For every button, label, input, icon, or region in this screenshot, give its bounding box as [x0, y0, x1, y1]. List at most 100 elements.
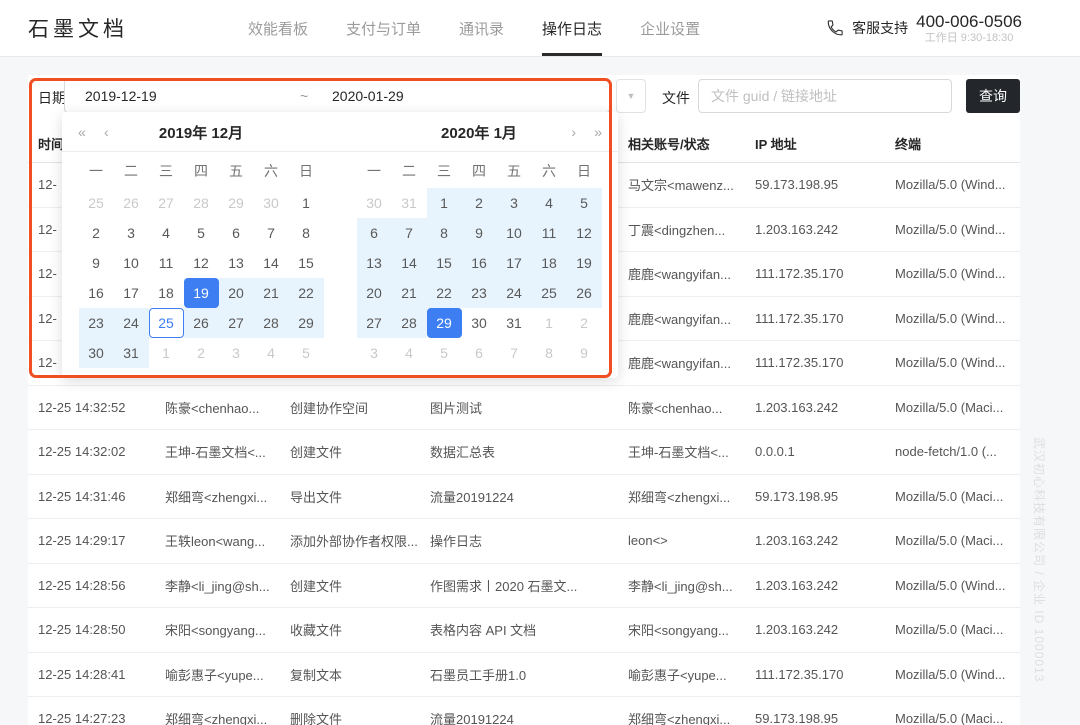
calendar-day[interactable]: 28 — [184, 188, 219, 218]
tab-通讯录[interactable]: 通讯录 — [459, 0, 504, 56]
calendar-day[interactable]: 3 — [497, 188, 532, 218]
calendar-day[interactable]: 27 — [149, 188, 184, 218]
calendar-day[interactable]: 2 — [79, 218, 114, 248]
calendar-day[interactable]: 30 — [79, 338, 114, 368]
calendar-day[interactable]: 16 — [79, 278, 114, 308]
calendar-day[interactable]: 26 — [567, 278, 602, 308]
calendar-day[interactable]: 13 — [357, 248, 392, 278]
calendar-day[interactable]: 4 — [532, 188, 567, 218]
calendar-day[interactable]: 4 — [254, 338, 289, 368]
calendar-day[interactable]: 24 — [114, 308, 149, 338]
calendar-day[interactable]: 30 — [357, 188, 392, 218]
date-range-input[interactable]: 2019-12-19 ~ 2020-01-29 — [64, 79, 610, 113]
calendar-day[interactable]: 24 — [497, 278, 532, 308]
calendar-day[interactable]: 4 — [149, 218, 184, 248]
calendar-day[interactable]: 26 — [114, 188, 149, 218]
calendar-day[interactable]: 6 — [357, 218, 392, 248]
calendar-day[interactable]: 27 — [357, 308, 392, 338]
calendar-day[interactable]: 28 — [254, 308, 289, 338]
calendar-day[interactable]: 1 — [149, 338, 184, 368]
calendar-day[interactable]: 13 — [219, 248, 254, 278]
search-button[interactable]: 查询 — [966, 79, 1020, 113]
calendar-day[interactable]: 5 — [427, 338, 462, 368]
calendar-day[interactable]: 25 — [149, 308, 184, 338]
calendar-day[interactable]: 2 — [462, 188, 497, 218]
calendar-day[interactable]: 6 — [219, 218, 254, 248]
calendar-day[interactable]: 11 — [532, 218, 567, 248]
calendar-day[interactable]: 14 — [392, 248, 427, 278]
calendar-day[interactable]: 7 — [497, 338, 532, 368]
calendar-day[interactable]: 3 — [114, 218, 149, 248]
calendar-day[interactable]: 1 — [427, 188, 462, 218]
calendar-day[interactable]: 21 — [254, 278, 289, 308]
calendar-day[interactable]: 5 — [289, 338, 324, 368]
calendar-day[interactable]: 1 — [289, 188, 324, 218]
calendar-day[interactable]: 8 — [532, 338, 567, 368]
prev-year-icon[interactable]: « — [74, 112, 90, 152]
calendar-day[interactable]: 4 — [392, 338, 427, 368]
support-label[interactable]: 客服支持 — [852, 18, 908, 38]
calendar-day[interactable]: 21 — [392, 278, 427, 308]
calendar-day[interactable]: 29 — [289, 308, 324, 338]
calendar-day[interactable]: 30 — [462, 308, 497, 338]
date-range-start[interactable]: 2019-12-19 — [85, 88, 300, 104]
calendar-day[interactable]: 1 — [532, 308, 567, 338]
date-range-end[interactable]: 2020-01-29 — [332, 88, 404, 104]
calendar-day[interactable]: 18 — [532, 248, 567, 278]
calendar-day[interactable]: 31 — [114, 338, 149, 368]
calendar-day[interactable]: 5 — [567, 188, 602, 218]
tab-支付与订单[interactable]: 支付与订单 — [346, 0, 421, 56]
calendar-day[interactable]: 27 — [219, 308, 254, 338]
calendar-day[interactable]: 6 — [462, 338, 497, 368]
calendar-day[interactable]: 10 — [114, 248, 149, 278]
calendar-day[interactable]: 18 — [149, 278, 184, 308]
calendar-day[interactable]: 12 — [184, 248, 219, 278]
calendar-day[interactable]: 23 — [79, 308, 114, 338]
calendar-day[interactable]: 20 — [219, 278, 254, 308]
calendar-day[interactable]: 16 — [462, 248, 497, 278]
calendar-day[interactable]: 8 — [427, 218, 462, 248]
calendar-day[interactable]: 19 — [184, 278, 219, 308]
calendar-day[interactable]: 3 — [219, 338, 254, 368]
calendar-day[interactable]: 9 — [462, 218, 497, 248]
calendar-day[interactable]: 14 — [254, 248, 289, 278]
calendar-day[interactable]: 2 — [567, 308, 602, 338]
calendar-day[interactable]: 30 — [254, 188, 289, 218]
calendar-day[interactable]: 12 — [567, 218, 602, 248]
calendar-day[interactable]: 26 — [184, 308, 219, 338]
next-month-icon[interactable]: › — [567, 112, 580, 152]
calendar-day[interactable]: 31 — [497, 308, 532, 338]
calendar-day[interactable]: 15 — [289, 248, 324, 278]
calendar-day[interactable]: 3 — [357, 338, 392, 368]
calendar-day[interactable]: 5 — [184, 218, 219, 248]
calendar-day[interactable]: 25 — [79, 188, 114, 218]
app-logo[interactable]: 石墨文档 — [28, 0, 128, 56]
calendar-day[interactable]: 25 — [532, 278, 567, 308]
calendar-day[interactable]: 20 — [357, 278, 392, 308]
calendar-day[interactable]: 28 — [392, 308, 427, 338]
calendar-day[interactable]: 23 — [462, 278, 497, 308]
calendar-day[interactable]: 10 — [497, 218, 532, 248]
calendar-day[interactable]: 11 — [149, 248, 184, 278]
tab-操作日志[interactable]: 操作日志 — [542, 0, 602, 56]
calendar-day[interactable]: 15 — [427, 248, 462, 278]
calendar-day[interactable]: 19 — [567, 248, 602, 278]
calendar-day[interactable]: 17 — [497, 248, 532, 278]
tab-企业设置[interactable]: 企业设置 — [640, 0, 700, 56]
calendar-day[interactable]: 22 — [289, 278, 324, 308]
calendar-day[interactable]: 29 — [427, 308, 462, 338]
calendar-day[interactable]: 2 — [184, 338, 219, 368]
calendar-day[interactable]: 8 — [289, 218, 324, 248]
file-search-input[interactable] — [698, 79, 952, 113]
calendar-day[interactable]: 31 — [392, 188, 427, 218]
date-preset-dropdown[interactable]: ▼ — [616, 79, 646, 113]
calendar-day[interactable]: 7 — [254, 218, 289, 248]
calendar-day[interactable]: 7 — [392, 218, 427, 248]
next-year-icon[interactable]: » — [590, 112, 606, 152]
calendar-day[interactable]: 9 — [567, 338, 602, 368]
calendar-day[interactable]: 29 — [219, 188, 254, 218]
calendar-day[interactable]: 22 — [427, 278, 462, 308]
calendar-day[interactable]: 17 — [114, 278, 149, 308]
calendar-day[interactable]: 9 — [79, 248, 114, 278]
tab-效能看板[interactable]: 效能看板 — [248, 0, 308, 56]
